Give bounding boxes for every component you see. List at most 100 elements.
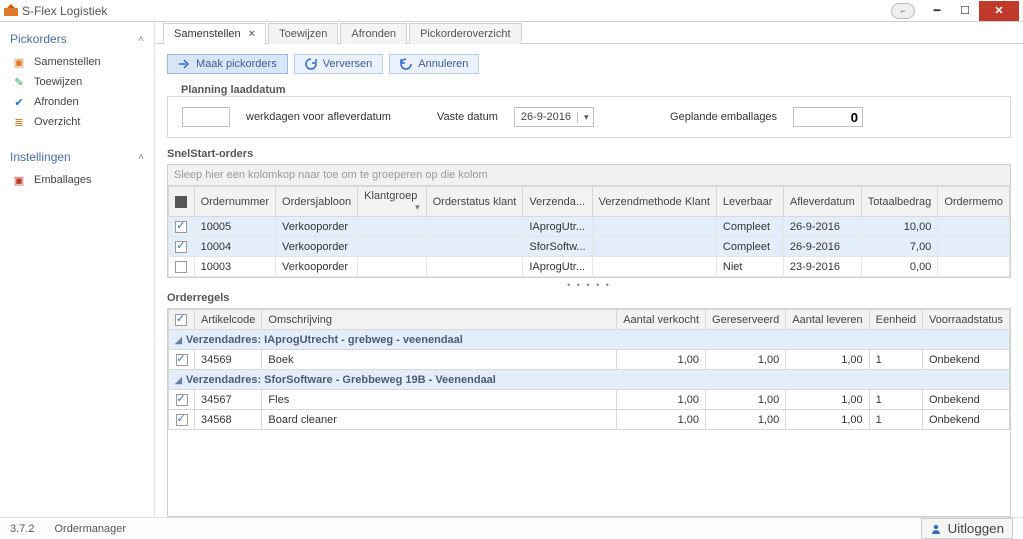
select-all-header[interactable]: [169, 310, 195, 330]
table-row[interactable]: 34568Board cleaner1,001,001,001Onbekend: [169, 410, 1010, 430]
window-controls: ⌐ ━ ☐ ✕: [891, 1, 1019, 21]
col-artikelcode[interactable]: Artikelcode: [195, 310, 262, 330]
sidebar-section-instellingen[interactable]: Instellingen ˄: [0, 146, 154, 170]
cell: [426, 217, 523, 237]
finish-icon: ✔: [12, 95, 26, 109]
col-aantal-leveren[interactable]: Aantal leveren: [786, 310, 869, 330]
col-verzendmethode[interactable]: Verzendmethode Klant: [592, 187, 716, 217]
pin-button[interactable]: ⌐: [891, 3, 915, 19]
logout-label: Uitloggen: [948, 521, 1004, 536]
lines-grid: Artikelcode Omschrijving Aantal verkocht…: [167, 308, 1011, 517]
cell: 10004: [194, 237, 275, 257]
tab-close-icon[interactable]: ×: [249, 28, 255, 40]
cell: 0,00: [861, 257, 938, 277]
col-eenheid[interactable]: Eenheid: [869, 310, 922, 330]
col-orderstatus[interactable]: Orderstatus klant: [426, 187, 523, 217]
make-pickorders-button[interactable]: Maak pickorders: [167, 54, 288, 74]
maximize-button[interactable]: ☐: [951, 1, 979, 21]
refresh-icon: [305, 58, 317, 70]
sidebar-item-overzicht[interactable]: ≣ Overzicht: [0, 112, 154, 132]
cell: Board cleaner: [262, 410, 617, 430]
cell: 1: [869, 350, 922, 370]
row-checkbox[interactable]: [175, 261, 187, 273]
chevron-down-icon: ▾: [577, 112, 593, 123]
lines-section-title: Orderregels: [155, 292, 1023, 308]
col-ordersjabloon[interactable]: Ordersjabloon: [276, 187, 358, 217]
horizontal-splitter[interactable]: • • • • •: [155, 278, 1023, 292]
undo-icon: [400, 58, 412, 70]
close-button[interactable]: ✕: [979, 1, 1019, 21]
row-checkbox[interactable]: [176, 394, 188, 406]
cell: [426, 237, 523, 257]
tab-label: Toewijzen: [279, 28, 327, 40]
col-afleverdatum[interactable]: Afleverdatum: [783, 187, 861, 217]
sidebar-item-label: Samenstellen: [34, 56, 101, 68]
cell: 1,00: [706, 410, 786, 430]
col-gereserveerd[interactable]: Gereserveerd: [706, 310, 786, 330]
cell: [358, 257, 426, 277]
col-voorraadstatus[interactable]: Voorraadstatus: [923, 310, 1010, 330]
table-row[interactable]: 34569Boek1,001,001,001Onbekend: [169, 350, 1010, 370]
cancel-button[interactable]: Annuleren: [389, 54, 479, 74]
row-checkbox[interactable]: [175, 221, 187, 233]
sidebar-section-label: Pickorders: [10, 32, 67, 46]
table-row[interactable]: 10003VerkooporderIAprogUtr...Niet23-9-20…: [169, 257, 1010, 277]
col-klantgroep[interactable]: Klantgroep▾: [358, 187, 426, 217]
fixed-date-value: 26-9-2016: [515, 111, 577, 123]
tab-samenstellen[interactable]: Samenstellen ×: [163, 23, 266, 44]
cell: 10005: [194, 217, 275, 237]
orders-header-row: Ordernummer Ordersjabloon Klantgroep▾ Or…: [169, 187, 1010, 217]
group-header-row[interactable]: ◢Verzendadres: IAprogUtrecht - grebweg -…: [169, 330, 1010, 350]
tab-toewijzen[interactable]: Toewijzen: [268, 23, 338, 44]
sidebar-item-samenstellen[interactable]: ▣ Samenstellen: [0, 52, 154, 72]
workdays-label: werkdagen voor afleverdatum: [246, 111, 391, 123]
cell: Verkooporder: [276, 237, 358, 257]
cell: Niet: [716, 257, 783, 277]
row-checkbox[interactable]: [176, 354, 188, 366]
chevron-up-icon: ˄: [138, 34, 144, 45]
cell: [358, 217, 426, 237]
cell: [592, 257, 716, 277]
cell: 1: [869, 390, 922, 410]
row-checkbox[interactable]: [176, 414, 188, 426]
sidebar-item-afronden[interactable]: ✔ Afronden: [0, 92, 154, 112]
col-omschrijving[interactable]: Omschrijving: [262, 310, 617, 330]
col-ordernummer[interactable]: Ordernummer: [194, 187, 275, 217]
table-row[interactable]: 34567Fles1,001,001,001Onbekend: [169, 390, 1010, 410]
col-totaalbedrag[interactable]: Totaalbedrag: [861, 187, 938, 217]
cell: 1,00: [617, 390, 706, 410]
col-verzendadres[interactable]: Verzenda...: [523, 187, 592, 217]
planned-emballages-input[interactable]: [793, 107, 863, 127]
workdays-input[interactable]: [182, 107, 230, 127]
tab-afronden[interactable]: Afronden: [340, 23, 407, 44]
cell: 1,00: [617, 350, 706, 370]
col-aantal-verkocht[interactable]: Aantal verkocht: [617, 310, 706, 330]
group-by-bar[interactable]: Sleep hier een kolomkop naar toe om te g…: [168, 165, 1010, 186]
table-row[interactable]: 10005VerkooporderIAprogUtr...Compleet26-…: [169, 217, 1010, 237]
sidebar-item-emballages[interactable]: ▣ Emballages: [0, 170, 154, 190]
group-header-row[interactable]: ◢Verzendadres: SforSoftware - Grebbeweg …: [169, 370, 1010, 390]
panel-title: Planning laaddatum: [167, 80, 1011, 96]
cell: [938, 237, 1010, 257]
sidebar-item-toewijzen[interactable]: ✎ Toewijzen: [0, 72, 154, 92]
cell: Onbekend: [923, 350, 1010, 370]
col-leverbaar[interactable]: Leverbaar: [716, 187, 783, 217]
minimize-button[interactable]: ━: [923, 1, 951, 21]
compose-icon: ▣: [12, 55, 26, 69]
select-all-header[interactable]: [169, 187, 195, 217]
refresh-button[interactable]: Verversen: [294, 54, 384, 74]
titlebar: S-Flex Logistiek ⌐ ━ ☐ ✕: [0, 0, 1023, 22]
cell: Compleet: [716, 217, 783, 237]
tab-pickorderoverzicht[interactable]: Pickorderoverzicht: [409, 23, 521, 44]
logout-button[interactable]: Uitloggen: [921, 518, 1013, 539]
orders-section-title: SnelStart-orders: [155, 138, 1023, 164]
sidebar-section-pickorders[interactable]: Pickorders ˄: [0, 28, 154, 52]
sidebar-item-label: Toewijzen: [34, 76, 82, 88]
toolbar: Maak pickorders Verversen Annuleren: [155, 44, 1023, 80]
table-row[interactable]: 10004VerkooporderSforSoftw...Compleet26-…: [169, 237, 1010, 257]
app-title: S-Flex Logistiek: [22, 4, 891, 18]
row-checkbox[interactable]: [175, 241, 187, 253]
fixed-date-picker[interactable]: 26-9-2016 ▾: [514, 107, 594, 127]
col-ordermemo[interactable]: Ordermemo: [938, 187, 1010, 217]
cell: 26-9-2016: [783, 237, 861, 257]
